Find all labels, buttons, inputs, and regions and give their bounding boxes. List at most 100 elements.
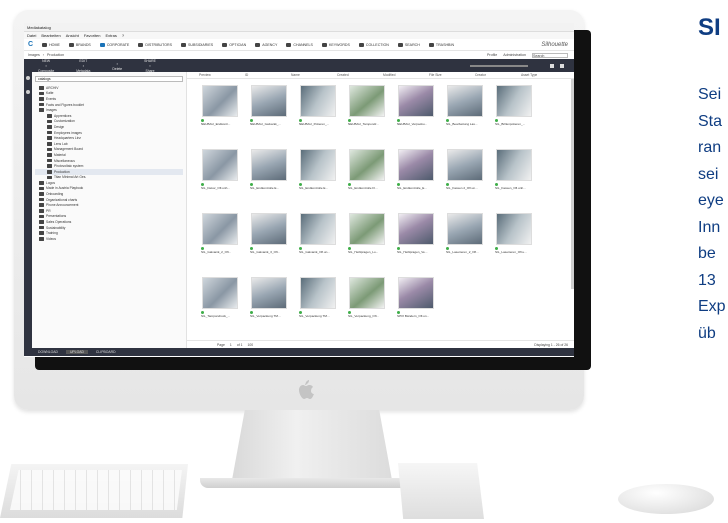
toolbar-metadata-button[interactable]: EDIT ▪ Metadata	[76, 59, 90, 73]
asset-card[interactable]: SIL_Heißpragen_Ve...	[393, 213, 438, 269]
asset-card[interactable]: SIL_Verpackung TM...	[295, 277, 340, 333]
asset-card[interactable]: SIL_Galvanik_Ofl.un...	[295, 213, 340, 269]
asset-thumbnail[interactable]	[397, 149, 434, 181]
app-logo-icon[interactable]: C	[28, 41, 33, 48]
column-file-size[interactable]: File Size	[429, 73, 475, 77]
nav-distributors[interactable]: DISTRIBUTORS	[138, 42, 172, 47]
asset-card[interactable]: SIL_Bearbeitung Las...	[442, 85, 487, 141]
breadcrumb-item-production[interactable]: Production	[47, 53, 64, 57]
asset-card[interactable]: SIL_Tampondruck_...	[197, 277, 242, 333]
upload-button[interactable]: UPLOAD	[65, 350, 88, 354]
asset-thumbnail[interactable]	[201, 85, 238, 117]
menu-item-extras[interactable]: Extras	[106, 33, 117, 38]
asset-card[interactable]: SIL_Endkontrolle E...	[295, 149, 340, 205]
search-input[interactable]: Search	[532, 52, 568, 58]
toolbar-delete-button[interactable]: ▪ Delete	[112, 61, 122, 71]
column-preview[interactable]: Preview	[199, 73, 245, 77]
asset-card[interactable]: SIL_Galvanik_2_Ofl...	[197, 213, 242, 269]
nav-optician[interactable]: OPTICIAN	[222, 42, 246, 47]
asset-card[interactable]: SIL_Endkontrolle E...	[246, 149, 291, 205]
asset-card[interactable]: SIL_Verpackung TM...	[246, 277, 291, 333]
asset-card[interactable]: SIL_Dekor_Ofl.unh...	[197, 149, 242, 205]
menu-item-datei[interactable]: Datei	[27, 33, 36, 38]
asset-thumbnail[interactable]	[495, 213, 532, 245]
folder-rail-icon[interactable]	[26, 90, 30, 94]
menu-item-ansicht[interactable]: Ansicht	[66, 33, 79, 38]
asset-thumbnail[interactable]	[201, 149, 238, 181]
clipboard-button[interactable]: CLIPBOARD	[96, 350, 116, 354]
tree-search-input[interactable]: catalogs	[35, 76, 183, 82]
nav-agency[interactable]: AGENCY	[255, 42, 277, 47]
asset-card[interactable]: SIL_Verpackung_Ofl...	[344, 277, 389, 333]
column-created[interactable]: Created	[337, 73, 383, 77]
nav-keywords[interactable]: KEYWORDS	[321, 42, 350, 47]
menu-item-[interactable]: ?	[122, 33, 124, 38]
asset-thumbnail[interactable]	[446, 213, 483, 245]
asset-card[interactable]: SIL_Heißpragen_Lo...	[344, 213, 389, 269]
column-asset-type[interactable]: Asset Type	[521, 73, 567, 77]
column-modified[interactable]: Modified	[383, 73, 429, 77]
menu-item-favoriten[interactable]: Favoriten	[84, 33, 101, 38]
tree-item[interactable]: Videos	[35, 236, 183, 242]
menu-item-bearbeiten[interactable]: Bearbeiten	[41, 33, 60, 38]
column-creator[interactable]: Creator	[475, 73, 521, 77]
column-name[interactable]: Name	[291, 73, 337, 77]
asset-thumbnail[interactable]	[397, 277, 434, 309]
asset-thumbnail[interactable]	[495, 85, 532, 117]
asset-thumbnail[interactable]	[299, 213, 336, 245]
asset-card[interactable]: SIL_Fassen 2_Ofl.un...	[442, 149, 487, 205]
asset-card[interactable]: SIL_Galvanik_3_Ofl...	[246, 213, 291, 269]
profile-menu[interactable]: Profile	[487, 53, 497, 57]
nav-channels[interactable]: CHANNELS	[286, 42, 313, 47]
asset-thumbnail[interactable]	[446, 85, 483, 117]
per-page-select[interactable]: 100	[247, 343, 253, 347]
nav-trashbin[interactable]: TRASHBIN	[428, 42, 454, 47]
asset-card[interactable]: NEUBAU_Galvanik_...	[246, 85, 291, 141]
asset-thumbnail[interactable]	[348, 213, 385, 245]
asset-thumbnail[interactable]	[299, 85, 336, 117]
asset-thumbnail[interactable]	[397, 85, 434, 117]
toolbar-share-button[interactable]: SHARE ▪ Share	[144, 59, 156, 73]
asset-card[interactable]: SIL_Endkontrolle_E...	[393, 149, 438, 205]
asset-thumbnail[interactable]	[348, 149, 385, 181]
asset-thumbnail[interactable]	[446, 149, 483, 181]
asset-thumbnail[interactable]	[250, 149, 287, 181]
asset-card[interactable]: SIL_Fassen_Ofl.unh...	[491, 149, 536, 205]
nav-home[interactable]: HOME	[42, 42, 60, 47]
column-id[interactable]: ID	[245, 73, 291, 77]
asset-card[interactable]: SIL_Laserieren_Ofl.u...	[491, 213, 536, 269]
asset-thumbnail[interactable]	[348, 277, 385, 309]
asset-thumbnail[interactable]	[250, 277, 287, 309]
asset-card[interactable]: NEUBAU_Polieren_...	[295, 85, 340, 141]
asset-thumbnail[interactable]	[397, 213, 434, 245]
asset-card[interactable]: SPIX Bändern_Ofl.un...	[393, 277, 438, 333]
vertical-scrollbar[interactable]	[571, 79, 574, 289]
asset-thumbnail[interactable]	[299, 149, 336, 181]
breadcrumb-item-images[interactable]: Images	[28, 53, 40, 57]
asset-thumbnail[interactable]	[250, 85, 287, 117]
asset-thumbnail[interactable]	[250, 213, 287, 245]
nav-brands[interactable]: BRANDS	[68, 42, 91, 47]
nav-corporate[interactable]: CORPORATE	[99, 42, 129, 47]
catalog-rail-icon[interactable]	[26, 76, 30, 80]
asset-thumbnail[interactable]	[299, 277, 336, 309]
asset-thumbnail[interactable]	[348, 85, 385, 117]
nav-collection[interactable]: COLLECTION	[358, 42, 389, 47]
thumbnail-size-slider[interactable]	[470, 64, 528, 67]
asset-thumbnail[interactable]	[201, 277, 238, 309]
asset-card[interactable]: SIL_Brillenpolieren_...	[491, 85, 536, 141]
asset-thumbnail[interactable]	[201, 213, 238, 245]
nav-subsidiaries[interactable]: SUBSIDIARIES	[181, 42, 213, 47]
download-button[interactable]: DOWNLOAD	[38, 350, 58, 354]
nav-search[interactable]: SEARCH	[397, 42, 420, 47]
list-view-icon[interactable]	[560, 63, 564, 68]
asset-card[interactable]: SIL_Endkontrolle Fl...	[344, 149, 389, 205]
asset-card[interactable]: NEUBAU_Verpacku...	[393, 85, 438, 141]
asset-thumbnail[interactable]	[495, 149, 532, 181]
asset-card[interactable]: NEUBAU_Endkontr...	[197, 85, 242, 141]
page-number[interactable]: 1	[230, 343, 232, 347]
grid-view-icon[interactable]	[550, 63, 554, 68]
administration-menu[interactable]: Administration	[503, 53, 526, 57]
toolbar-composite-button[interactable]: NEW ▪ Composite	[38, 59, 54, 73]
asset-card[interactable]: NEUBAU_Tampondr...	[344, 85, 389, 141]
